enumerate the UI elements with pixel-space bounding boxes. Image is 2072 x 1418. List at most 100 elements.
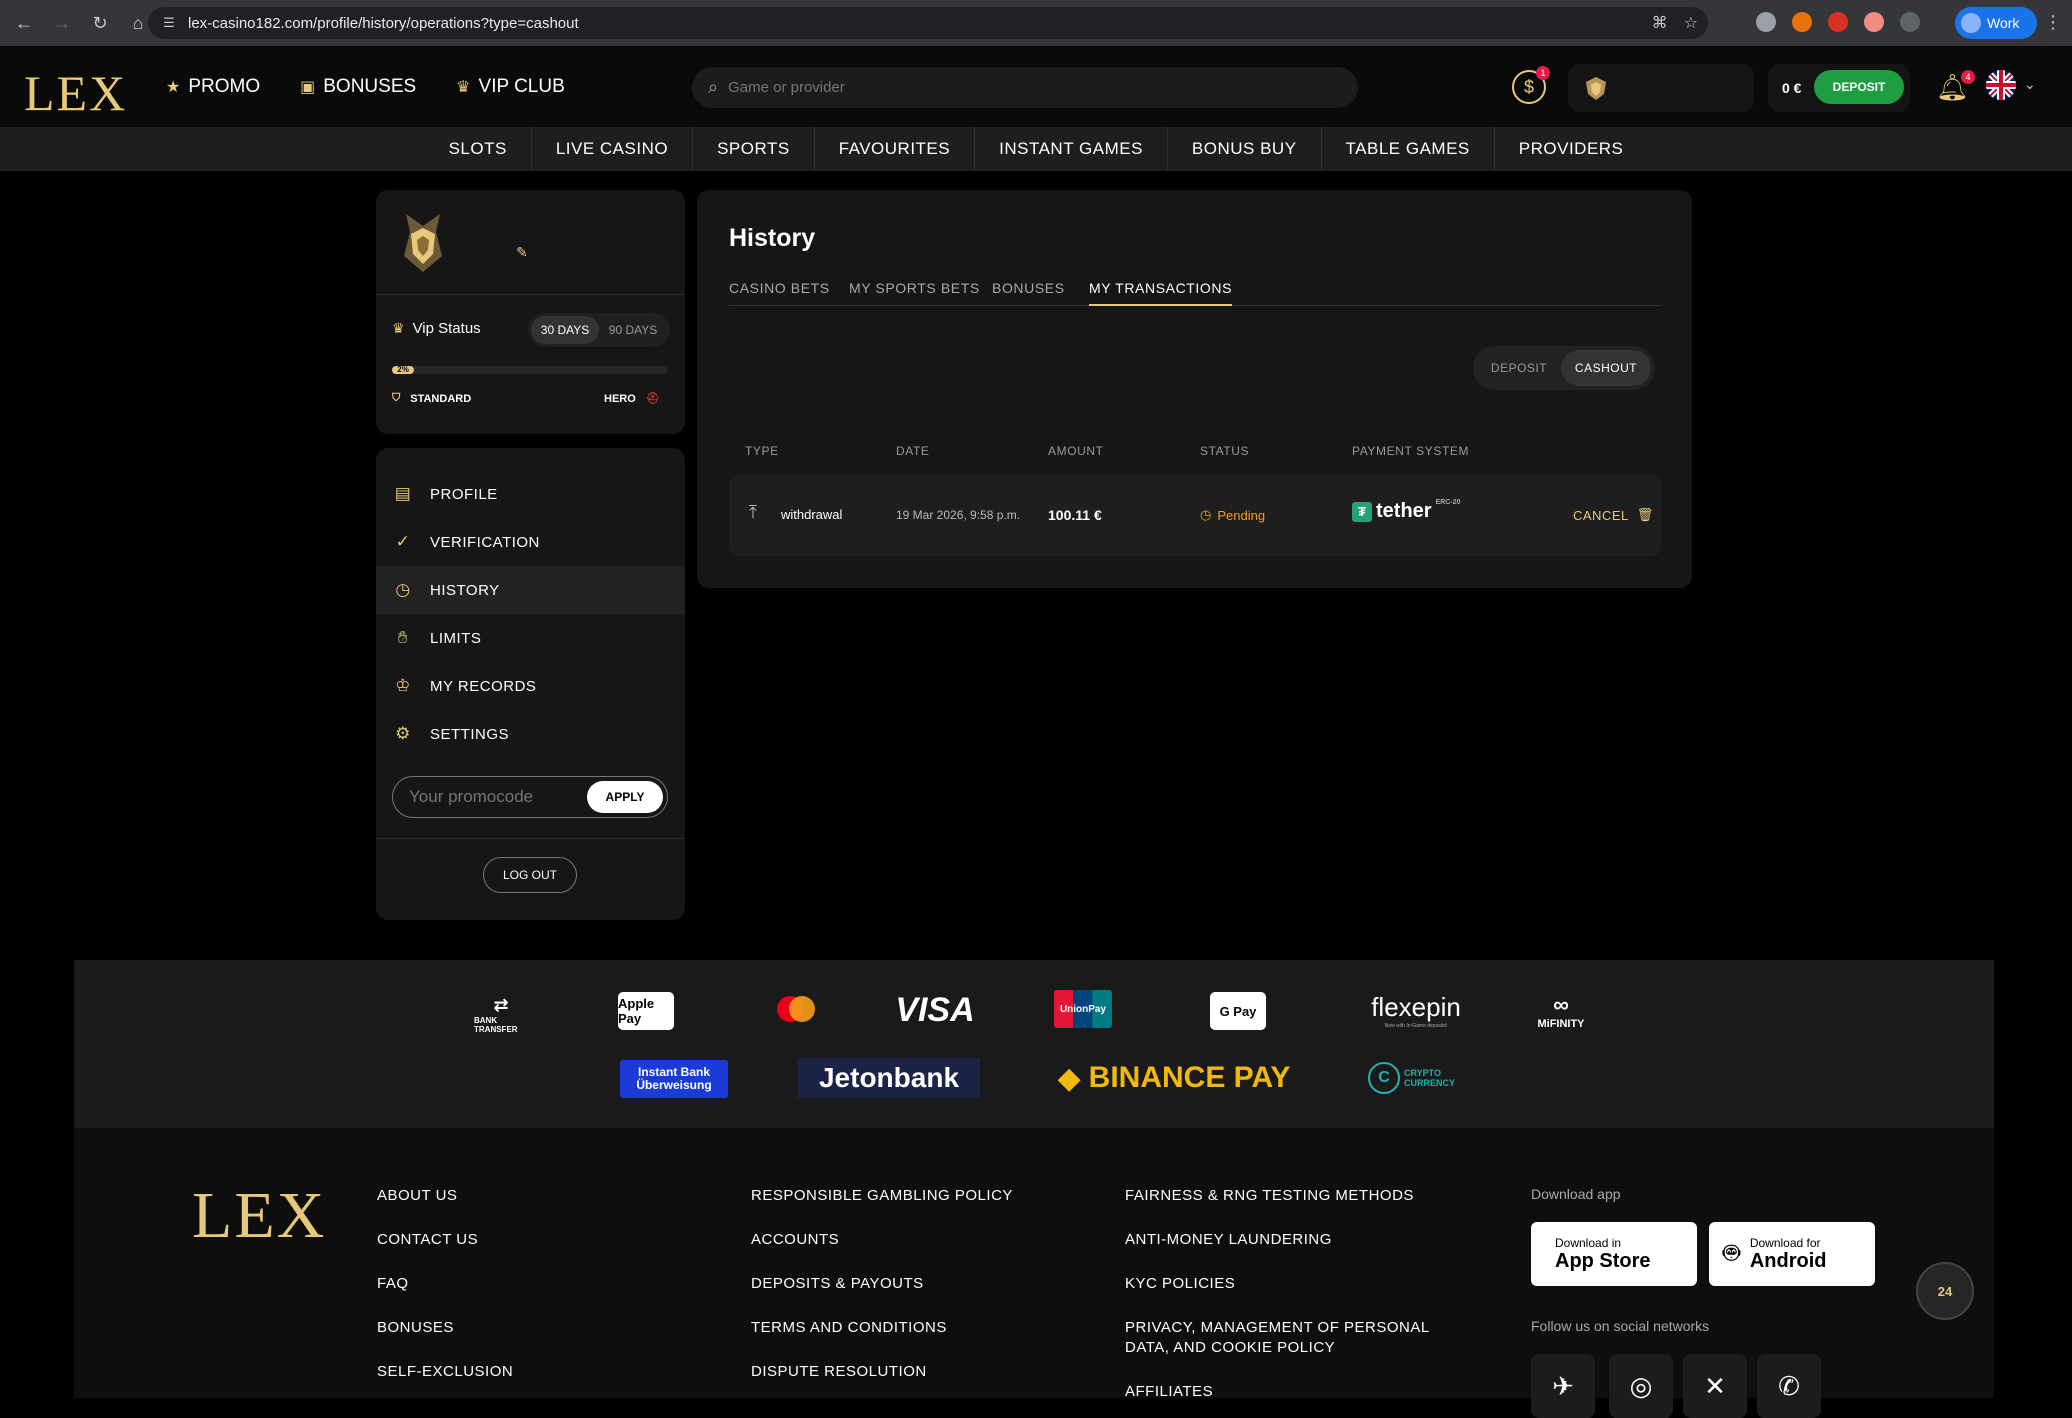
- bell-icon[interactable]: 🔔︎ 4: [1936, 70, 1976, 103]
- column-header-date: DATE: [896, 444, 930, 458]
- extension-icon[interactable]: [1864, 12, 1884, 32]
- footer-link-accounts[interactable]: ACCOUNTS: [751, 1230, 839, 1250]
- cancel-button[interactable]: CANCEL 🗑︎: [1573, 507, 1654, 523]
- social-label: Follow us on social networks: [1531, 1318, 1710, 1334]
- menu-item-limits[interactable]: ✋︎ LIMITS: [376, 614, 685, 662]
- footer-link-responsible-gambling[interactable]: RESPONSIBLE GAMBLING POLICY: [751, 1186, 1013, 1206]
- user-chip[interactable]: [1568, 64, 1754, 112]
- footer-link-bonuses[interactable]: BONUSES: [377, 1318, 454, 1338]
- nav-promo[interactable]: ★ PROMO: [166, 76, 260, 98]
- menu-item-settings[interactable]: ⚙ SETTINGS: [376, 710, 685, 758]
- footer-link-dispute[interactable]: DISPUTE RESOLUTION: [751, 1362, 927, 1382]
- deposit-button[interactable]: DEPOSIT: [1814, 70, 1904, 104]
- column-header-type: TYPE: [745, 444, 779, 458]
- puzzle-icon[interactable]: [1900, 12, 1920, 32]
- nav-label: VIP CLUB: [478, 76, 565, 97]
- reload-icon[interactable]: ↻: [86, 9, 114, 37]
- range-30-days[interactable]: 30 DAYS: [531, 316, 599, 344]
- footer-link-contact[interactable]: CONTACT US: [377, 1230, 478, 1250]
- vip-status-label: ♛ Vip Status: [392, 320, 481, 337]
- cat-providers[interactable]: PROVIDERS: [1495, 127, 1648, 171]
- x-icon[interactable]: ✕: [1683, 1354, 1747, 1418]
- extension-icon[interactable]: [1792, 12, 1812, 32]
- row-type: withdrawal: [781, 507, 843, 522]
- store-small-text: Download for: [1749, 1236, 1821, 1250]
- type-deposit[interactable]: DEPOSIT: [1477, 350, 1561, 386]
- app-store-button[interactable]: Download in App Store: [1531, 1222, 1697, 1286]
- row-date: 19 Mar 2026, 9:58 p.m.: [896, 508, 1021, 522]
- whatsapp-icon[interactable]: ✆: [1757, 1354, 1821, 1418]
- menu-item-verification[interactable]: ✓ VERIFICATION: [376, 518, 685, 566]
- kebab-menu-icon[interactable]: ⋮: [2044, 12, 2062, 33]
- forward-icon[interactable]: →: [48, 9, 76, 37]
- crypto-c-icon: C: [1368, 1062, 1400, 1094]
- footer-logo[interactable]: LEX: [192, 1178, 326, 1254]
- column-header-status: STATUS: [1200, 444, 1250, 458]
- cat-live-casino[interactable]: LIVE CASINO: [532, 127, 694, 171]
- tab-my-sports-bets[interactable]: MY SPORTS BETS: [849, 280, 980, 306]
- search-input[interactable]: [728, 79, 1329, 96]
- cashback-icon[interactable]: $ 1: [1512, 66, 1550, 104]
- uk-flag-icon[interactable]: [1986, 70, 2016, 100]
- menu-item-history[interactable]: ◷ HISTORY: [376, 566, 685, 614]
- cat-slots[interactable]: SLOTS: [425, 127, 532, 171]
- level-to-label: HERO: [604, 392, 636, 405]
- extension-icon[interactable]: [1828, 12, 1848, 32]
- range-90-days[interactable]: 90 DAYS: [599, 316, 667, 344]
- footer-link-fairness[interactable]: FAIRNESS & RNG TESTING METHODS: [1125, 1186, 1414, 1206]
- chevron-down-icon[interactable]: ⌄: [2024, 76, 2036, 93]
- support-chat-icon[interactable]: 24: [1916, 1262, 1974, 1320]
- menu-item-profile[interactable]: ▤ PROFILE: [376, 470, 685, 518]
- menu-label: HISTORY: [430, 581, 500, 599]
- unionpay-logo: UnionPay: [1054, 990, 1112, 1028]
- nav-vip-club[interactable]: ♛ VIP CLUB: [456, 76, 565, 98]
- browser-profile-chip[interactable]: Work: [1955, 7, 2037, 39]
- footer-link-deposits-payouts[interactable]: DEPOSITS & PAYOUTS: [751, 1274, 924, 1294]
- apply-button[interactable]: APPLY: [587, 781, 663, 813]
- type-cashout[interactable]: CASHOUT: [1561, 350, 1651, 386]
- footer-link-terms[interactable]: TERMS AND CONDITIONS: [751, 1318, 947, 1338]
- site-info-icon[interactable]: ☰: [160, 14, 178, 32]
- extension-icon[interactable]: [1756, 12, 1776, 32]
- history-clock-icon: ◷: [395, 580, 411, 599]
- footer-link-affiliates[interactable]: AFFILIATES: [1125, 1382, 1213, 1402]
- back-icon[interactable]: ←: [10, 9, 38, 37]
- address-bar[interactable]: ☰ lex-casino182.com/profile/history/oper…: [148, 7, 1708, 39]
- translate-icon[interactable]: ⌘: [1652, 13, 1668, 33]
- footer-link-faq[interactable]: FAQ: [377, 1274, 409, 1294]
- edit-pencil-icon[interactable]: ✎: [516, 244, 528, 261]
- cat-sports[interactable]: SPORTS: [693, 127, 815, 171]
- category-nav: SLOTS LIVE CASINO SPORTS FAVOURITES INST…: [0, 127, 2072, 171]
- footer-link-self-exclusion[interactable]: SELF-EXCLUSION: [377, 1362, 513, 1382]
- footer-link-aml[interactable]: ANTI-MONEY LAUNDERING: [1125, 1230, 1332, 1250]
- gear-icon: ⚙: [395, 724, 411, 743]
- tab-casino-bets[interactable]: CASINO BETS: [729, 280, 830, 306]
- nav-bonuses[interactable]: ▣ BONUSES: [300, 76, 416, 98]
- search-bar[interactable]: ⌕: [692, 67, 1358, 108]
- tab-bonuses[interactable]: BONUSES: [992, 280, 1065, 306]
- menu-item-my-records[interactable]: ♔ MY RECORDS: [376, 662, 685, 710]
- menu-label: PROFILE: [430, 485, 498, 503]
- instagram-icon[interactable]: ◎: [1609, 1354, 1673, 1418]
- footer-link-privacy[interactable]: PRIVACY, MANAGEMENT OF PERSONAL DATA, AN…: [1125, 1318, 1465, 1358]
- cat-favourites[interactable]: FAVOURITES: [815, 127, 976, 171]
- cat-bonus-buy[interactable]: BONUS BUY: [1168, 127, 1322, 171]
- history-tabs: CASINO BETS MY SPORTS BETS BONUSES MY TR…: [729, 280, 1661, 306]
- transaction-type-toggle: DEPOSIT CASHOUT: [1473, 346, 1655, 390]
- logout-button[interactable]: LOG OUT: [483, 857, 577, 893]
- cat-table-games[interactable]: TABLE GAMES: [1322, 127, 1495, 171]
- url-text[interactable]: lex-casino182.com/profile/history/operat…: [188, 15, 579, 32]
- footer-link-kyc[interactable]: KYC POLICIES: [1125, 1274, 1235, 1294]
- menu-label: VERIFICATION: [430, 533, 540, 551]
- cat-instant-games[interactable]: INSTANT GAMES: [975, 127, 1168, 171]
- column-header-payment-system: PAYMENT SYSTEM: [1352, 444, 1470, 458]
- tab-my-transactions[interactable]: MY TRANSACTIONS: [1089, 280, 1233, 306]
- site-logo[interactable]: LEX: [24, 64, 127, 122]
- binance-icon: ◆: [1057, 1061, 1081, 1095]
- bookmark-star-icon[interactable]: ☆: [1684, 13, 1698, 33]
- telegram-icon[interactable]: ✈: [1531, 1354, 1595, 1418]
- footer-link-about[interactable]: ABOUT US: [377, 1186, 457, 1206]
- promocode-input[interactable]: [409, 787, 579, 807]
- android-download-button[interactable]: 🤖︎ Download for Android: [1709, 1222, 1875, 1286]
- logo-text: flexepin: [1371, 991, 1461, 1022]
